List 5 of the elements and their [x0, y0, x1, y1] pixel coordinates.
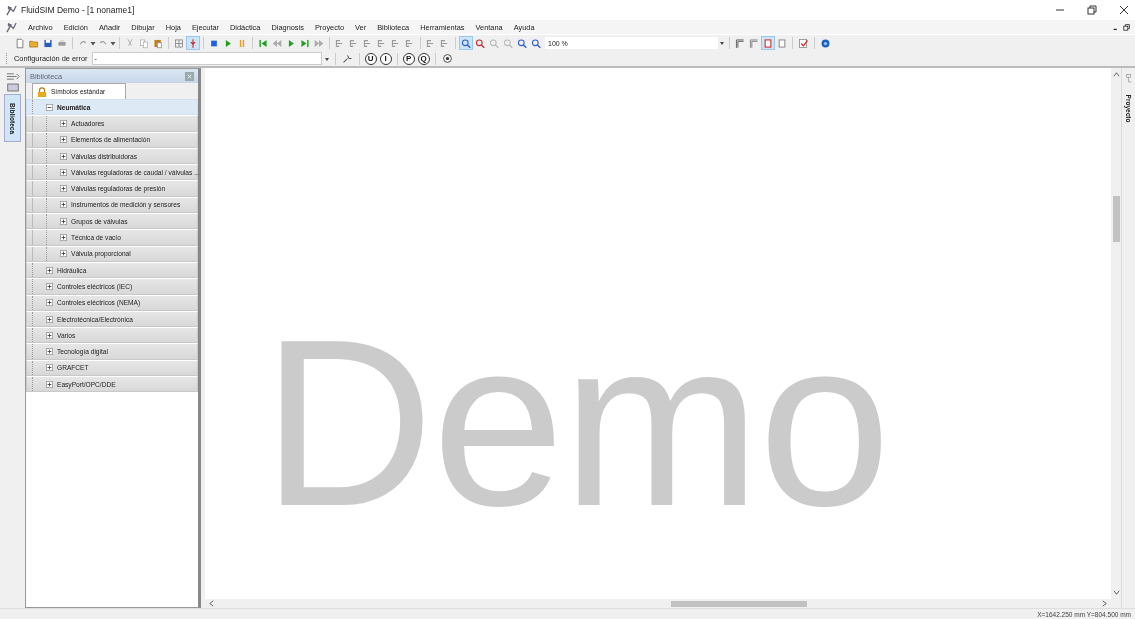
- signal-button[interactable]: P: [402, 52, 415, 65]
- signal-button[interactable]: Q: [417, 52, 430, 65]
- signal-button[interactable]: U: [364, 52, 377, 65]
- signal-button[interactable]: I: [379, 52, 392, 65]
- window-title: FluidSIM Demo - [1 noname1]: [21, 5, 135, 15]
